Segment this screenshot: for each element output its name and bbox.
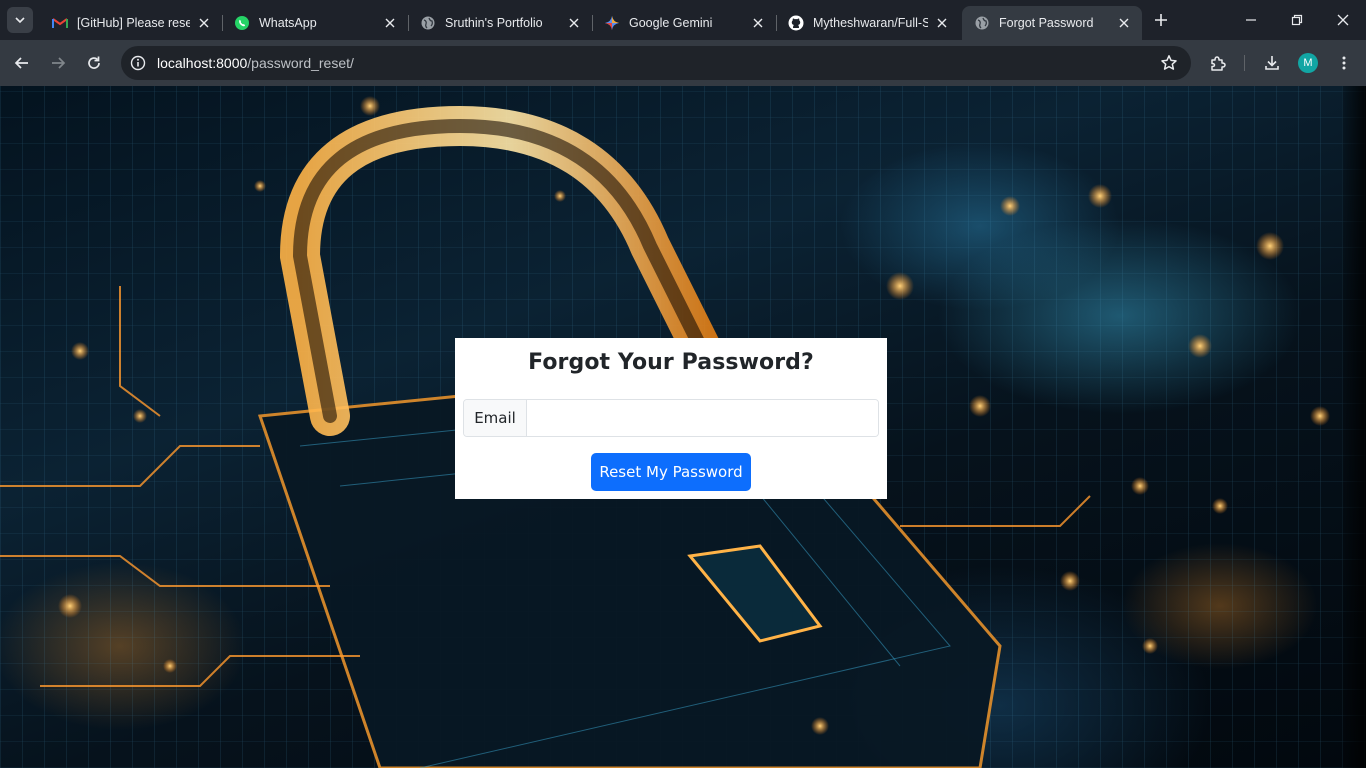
tab-title: Mytheshwaran/Full-S <box>813 16 928 30</box>
tab-portfolio[interactable]: Sruthin's Portfolio <box>408 6 593 40</box>
tab-whatsapp[interactable]: WhatsApp <box>222 6 409 40</box>
arrow-left-icon <box>14 57 28 69</box>
downloads-button[interactable] <box>1256 47 1288 79</box>
info-icon <box>130 55 146 71</box>
extensions-button[interactable] <box>1202 47 1234 79</box>
bookmark-button[interactable] <box>1157 51 1181 75</box>
restore-icon <box>1291 14 1303 26</box>
close-icon[interactable] <box>566 15 582 31</box>
page-title: Forgot Your Password? <box>528 350 814 375</box>
url-host: localhost:8000 <box>157 55 248 71</box>
globe-icon <box>420 15 436 31</box>
tab-title: Forgot Password <box>999 16 1094 30</box>
puzzle-icon <box>1211 56 1226 71</box>
url-path: /password_reset/ <box>247 55 354 71</box>
arrow-right-icon <box>52 57 66 69</box>
gemini-icon <box>604 15 620 31</box>
close-icon[interactable] <box>750 15 766 31</box>
globe-icon <box>974 15 990 31</box>
tab-github-repo[interactable]: Mytheshwaran/Full-S <box>776 6 960 40</box>
tab-title: [GitHub] Please reset <box>77 16 190 30</box>
close-icon <box>1337 14 1349 26</box>
restore-button[interactable] <box>1274 0 1320 40</box>
email-label: Email <box>464 400 527 436</box>
tab-github-email[interactable]: [GitHub] Please reset <box>40 6 223 40</box>
gmail-icon <box>52 15 68 31</box>
plus-icon <box>1155 14 1167 26</box>
browser-toolbar: localhost:8000/password_reset/ <box>0 40 1366 86</box>
browser-menu-button[interactable] <box>1328 47 1360 79</box>
whatsapp-icon <box>234 15 250 31</box>
reset-password-button[interactable]: Reset My Password <box>591 453 751 491</box>
reload-button[interactable] <box>78 47 110 79</box>
chevron-down-icon <box>15 17 25 24</box>
tab-title: Google Gemini <box>629 16 713 30</box>
close-icon[interactable] <box>934 15 950 31</box>
reload-icon <box>88 56 100 69</box>
tab-search-button[interactable] <box>7 7 33 33</box>
email-input-group: Email <box>463 399 879 437</box>
site-info-button[interactable] <box>123 48 153 78</box>
url-text[interactable]: localhost:8000/password_reset/ <box>157 55 354 71</box>
tab-forgot-password[interactable]: Forgot Password <box>962 6 1142 40</box>
tab-title: WhatsApp <box>259 16 317 30</box>
tab-title: Sruthin's Portfolio <box>445 16 543 30</box>
back-button[interactable] <box>6 47 38 79</box>
tab-gemini[interactable]: Google Gemini <box>592 6 777 40</box>
password-reset-card: Forgot Your Password? Email Reset My Pas… <box>455 338 887 499</box>
page-scroll-edge <box>1342 86 1366 768</box>
address-bar[interactable]: localhost:8000/password_reset/ <box>121 46 1191 80</box>
new-tab-button[interactable] <box>1150 9 1172 31</box>
email-field[interactable] <box>527 400 878 436</box>
page-viewport: Forgot Your Password? Email Reset My Pas… <box>0 86 1366 768</box>
more-vertical-icon <box>1342 56 1346 70</box>
minimize-icon <box>1246 19 1256 21</box>
download-icon <box>1265 56 1279 70</box>
profile-avatar[interactable]: M <box>1298 53 1318 73</box>
forward-button[interactable] <box>42 47 74 79</box>
github-icon <box>788 15 804 31</box>
close-icon[interactable] <box>1116 15 1132 31</box>
close-icon[interactable] <box>196 15 212 31</box>
tab-strip: [GitHub] Please reset WhatsApp Sruthin's… <box>0 0 1366 40</box>
star-icon <box>1161 55 1177 70</box>
toolbar-divider <box>1244 55 1245 71</box>
close-window-button[interactable] <box>1320 0 1366 40</box>
minimize-button[interactable] <box>1228 0 1274 40</box>
close-icon[interactable] <box>382 15 398 31</box>
